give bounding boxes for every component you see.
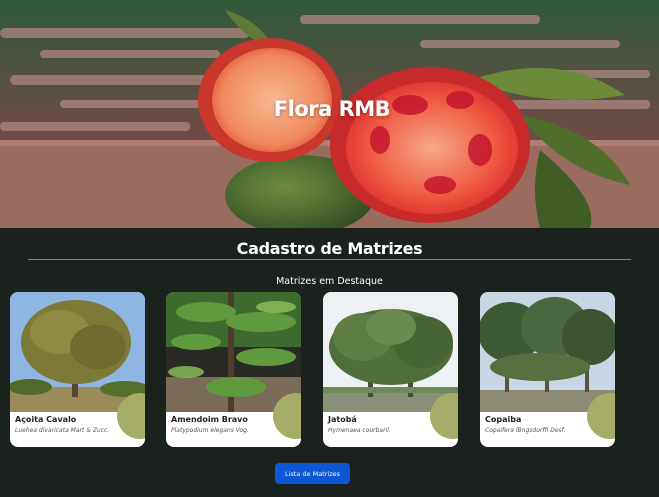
tree-scientific-name: Hymenaea courbaril.	[328, 427, 391, 434]
tree-card-copaiba[interactable]: Copaiba Copaifera lBngsdorffi Desf.	[480, 292, 615, 447]
tree-scientific-name: Platypodium elegans Vog.	[171, 427, 249, 434]
tree-photo	[10, 292, 145, 412]
hero-banner: Flora RMB	[0, 0, 659, 228]
tree-scientific-name: Luehea divaricata Mart & Zucc.	[15, 427, 110, 434]
tree-name: Jatobá	[328, 415, 357, 424]
list-matrices-button[interactable]: Lista de Matrizes	[275, 463, 350, 484]
tree-name: Açoita Cavalo	[15, 415, 77, 424]
tree-name: Amendoim Bravo	[171, 415, 248, 424]
tree-card-acoita-cavalo[interactable]: Açoita Cavalo Luehea divaricata Mart & Z…	[10, 292, 145, 447]
tree-card-amendoim-bravo[interactable]: Amendoim Bravo Platypodium elegans Vog.	[166, 292, 301, 447]
tree-photo	[480, 292, 615, 412]
tree-card-jatoba[interactable]: Jatobá Hymenaea courbaril.	[323, 292, 458, 447]
featured-heading: Matrizes em Destaque	[276, 276, 383, 287]
tree-photo	[166, 292, 301, 412]
tree-name: Copaiba	[485, 415, 522, 424]
tree-scientific-name: Copaifera lBngsdorffi Desf.	[485, 427, 566, 434]
page-title: Cadastro de Matrizes	[236, 239, 423, 258]
hero-title: Flora RMB	[273, 97, 391, 121]
tree-photo	[323, 292, 458, 412]
title-divider	[28, 259, 631, 260]
